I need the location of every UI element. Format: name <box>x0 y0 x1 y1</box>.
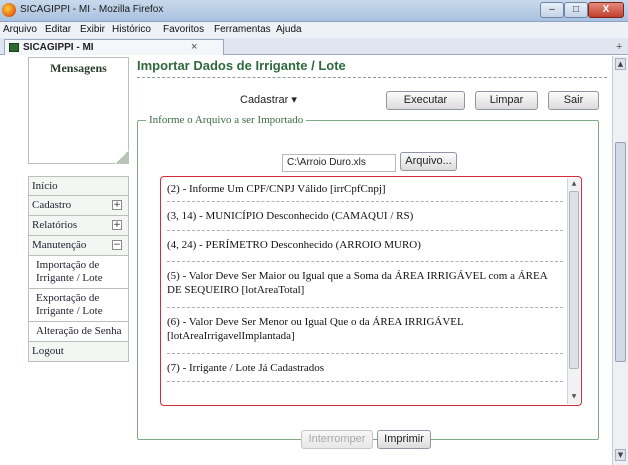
page-title: Importar Dados de Irrigante / Lote <box>137 58 346 73</box>
menu-ajuda[interactable]: Ajuda <box>276 24 302 35</box>
scroll-up-icon[interactable]: ▲ <box>615 58 626 70</box>
import-errors-panel: (2) - Informe Um CPF/CNPJ Válido [irrCpf… <box>160 176 582 406</box>
title-divider <box>137 77 607 78</box>
error-divider <box>167 353 563 354</box>
scroll-up-icon[interactable]: ▲ <box>569 179 579 189</box>
tab-sicagippi[interactable]: SICAGIPPI - MI × <box>4 39 224 55</box>
executar-button[interactable]: Executar <box>386 91 465 110</box>
menu-editar[interactable]: Editar <box>45 24 71 35</box>
menu-bar: Arquivo Editar Exibir Histórico Favorito… <box>0 22 628 38</box>
file-path-input[interactable]: C:\Arroio Duro.xls <box>282 154 396 172</box>
sair-button[interactable]: Sair <box>548 91 599 110</box>
error-divider <box>167 381 563 382</box>
error-message: (4, 24) - PERÍMETRO Desconhecido (ARROIO… <box>167 239 421 251</box>
errors-scroll-thumb[interactable] <box>569 191 579 369</box>
scroll-down-icon[interactable]: ▼ <box>569 392 579 402</box>
expand-icon[interactable]: + <box>112 200 122 210</box>
sidebar-item-label: Cadastro <box>32 199 72 211</box>
error-message: (5) - Valor Deve Ser Maior ou Igual que … <box>167 270 548 296</box>
menu-arquivo[interactable]: Arquivo <box>3 24 37 35</box>
interromper-button[interactable]: Interromper <box>301 430 373 449</box>
sidebar-item-label: Relatórios <box>32 219 78 231</box>
sidebar-item-manutencao[interactable]: Manutenção − <box>28 236 129 256</box>
minimize-button[interactable]: – <box>540 2 564 18</box>
chevron-down-icon: ▾ <box>291 94 297 106</box>
close-window-button[interactable]: X <box>588 2 624 18</box>
sidebar-item-logout[interactable]: Logout <box>28 342 129 362</box>
error-divider <box>167 230 563 231</box>
sidebar-subitem-exportacao[interactable]: Exportação de Irrigante / Lote <box>28 289 129 322</box>
error-divider <box>167 307 563 308</box>
sidebar-item-label: Logout <box>32 345 64 357</box>
collapse-icon[interactable]: − <box>112 240 122 250</box>
imprimir-button[interactable]: Imprimir <box>377 430 431 449</box>
page-scrollbar[interactable]: ▲ ▼ <box>612 56 628 465</box>
page-curl-decoration <box>115 150 129 164</box>
scroll-thumb[interactable] <box>615 142 626 362</box>
sidebar-subitem-importacao[interactable]: Importação de Irrigante / Lote <box>28 256 129 289</box>
limpar-button[interactable]: Limpar <box>475 91 538 110</box>
error-divider <box>167 201 563 202</box>
menu-historico[interactable]: Histórico <box>112 24 151 35</box>
arquivo-button[interactable]: Arquivo... <box>400 152 457 171</box>
sidebar-item-label: Início <box>32 180 58 192</box>
sidebar-item-label: Manutenção <box>32 239 87 251</box>
error-message: (2) - Informe Um CPF/CNPJ Válido [irrCpf… <box>167 183 386 195</box>
tab-label: SICAGIPPI - MI <box>23 42 94 53</box>
sidebar-item-cadastro[interactable]: Cadastro + <box>28 196 129 216</box>
sidebar-subitem-alteracao-senha[interactable]: Alteração de Senha <box>28 322 129 342</box>
messages-heading: Mensagens <box>50 61 107 75</box>
sidebar-item-inicio[interactable]: Início <box>28 176 129 196</box>
fieldset-legend: Informe o Arquivo a ser Importado <box>146 114 307 126</box>
menu-favoritos[interactable]: Favoritos <box>163 24 204 35</box>
window-titlebar: SICAGIPPI - MI - Mozilla Firefox – □ X <box>0 0 628 22</box>
scroll-down-icon[interactable]: ▼ <box>615 449 626 461</box>
tab-close-icon[interactable]: × <box>191 41 197 53</box>
errors-scrollbar[interactable]: ▲ ▼ <box>567 178 580 404</box>
error-message: (3, 14) - MUNICÍPIO Desconhecido (CAMAQU… <box>167 210 414 222</box>
new-tab-icon[interactable]: + <box>616 41 622 53</box>
error-divider <box>167 261 563 262</box>
site-favicon-icon <box>9 43 19 52</box>
expand-icon[interactable]: + <box>112 220 122 230</box>
messages-panel: Mensagens <box>28 57 129 164</box>
error-message: (6) - Valor Deve Ser Menor ou Igual Que … <box>167 316 464 342</box>
window-title: SICAGIPPI - MI - Mozilla Firefox <box>20 4 164 15</box>
tab-bar: SICAGIPPI - MI × + <box>0 38 628 55</box>
error-message: (7) - Irrigante / Lote Já Cadastrados <box>167 362 324 374</box>
cadastrar-label: Cadastrar <box>240 94 289 106</box>
sidebar-item-relatorios[interactable]: Relatórios + <box>28 216 129 236</box>
menu-exibir[interactable]: Exibir <box>80 24 105 35</box>
firefox-icon <box>2 3 16 17</box>
menu-ferramentas[interactable]: Ferramentas <box>214 24 271 35</box>
sidebar-nav: Início Cadastro + Relatórios + Manutençã… <box>28 176 129 362</box>
cadastrar-dropdown[interactable]: Cadastrar ▾ <box>240 93 297 106</box>
maximize-button[interactable]: □ <box>564 2 588 18</box>
